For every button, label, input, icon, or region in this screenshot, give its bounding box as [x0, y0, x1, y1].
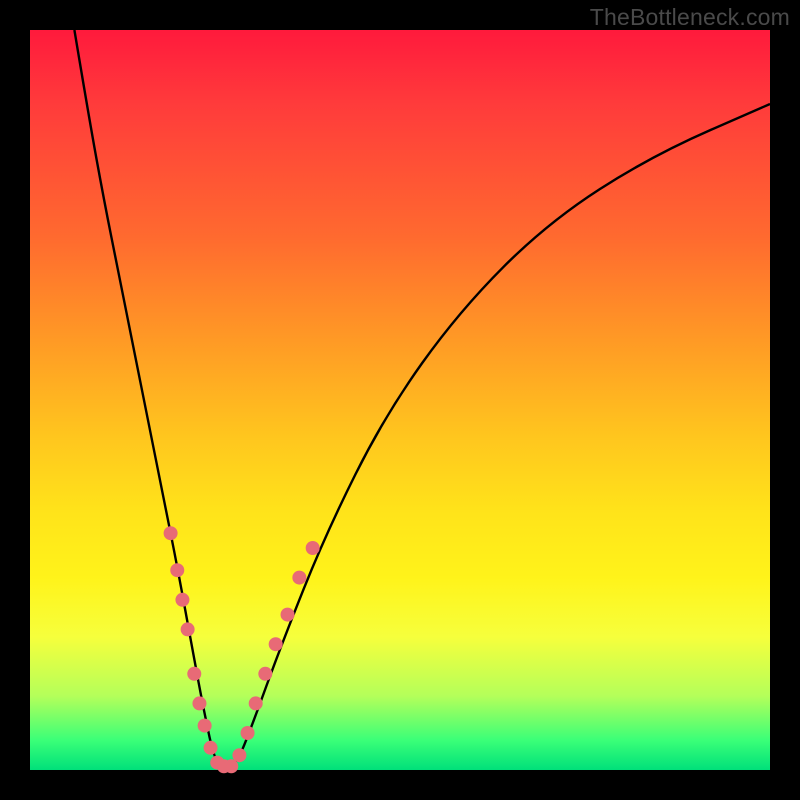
bottleneck-curve: [74, 30, 770, 765]
curve-marker: [198, 719, 212, 733]
curve-marker: [249, 696, 263, 710]
curve-marker: [306, 541, 320, 555]
curve-marker: [281, 608, 295, 622]
plot-area: [30, 30, 770, 770]
curve-marker: [258, 667, 272, 681]
chart-frame: TheBottleneck.com: [0, 0, 800, 800]
curve-marker: [241, 726, 255, 740]
curve-marker: [175, 593, 189, 607]
curve-marker: [269, 637, 283, 651]
curve-markers: [164, 526, 320, 773]
watermark-text: TheBottleneck.com: [590, 4, 790, 31]
curve-marker: [204, 741, 218, 755]
curve-marker: [181, 622, 195, 636]
curve-marker: [292, 571, 306, 585]
curve-marker: [170, 563, 184, 577]
curve-marker: [164, 526, 178, 540]
curve-marker: [192, 696, 206, 710]
curve-marker: [232, 748, 246, 762]
curve-layer: [30, 30, 770, 770]
curve-marker: [187, 667, 201, 681]
